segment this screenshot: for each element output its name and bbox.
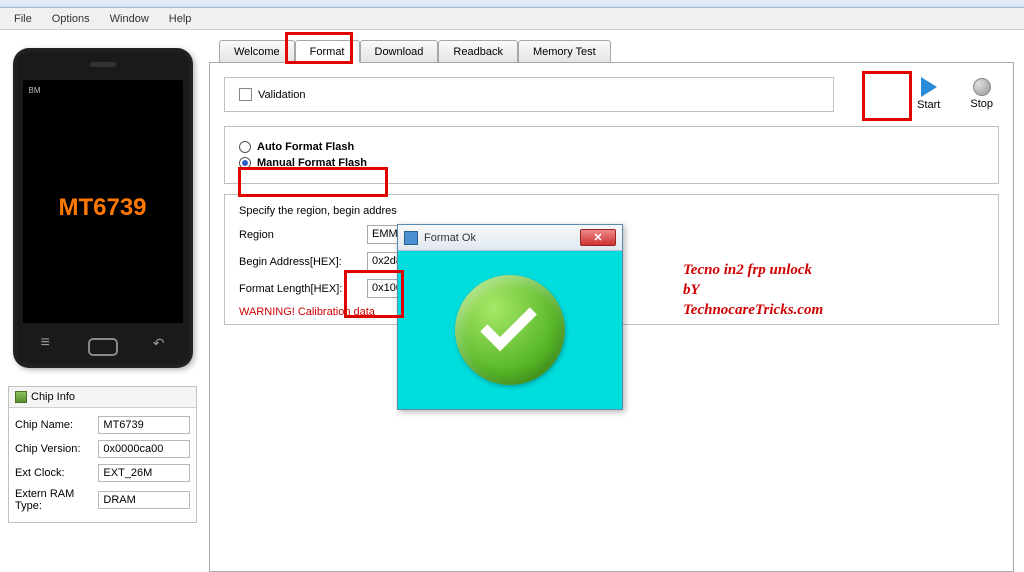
chip-version-label: Chip Version: bbox=[15, 443, 98, 455]
phone-back-icon: ↶ bbox=[153, 335, 165, 352]
manual-format-label: Manual Format Flash bbox=[257, 157, 367, 169]
play-icon bbox=[921, 77, 937, 97]
phone-menu-icon: ≡ bbox=[41, 334, 50, 352]
start-button[interactable]: Start bbox=[917, 77, 940, 111]
stop-button[interactable]: Stop bbox=[970, 78, 993, 110]
menu-help[interactable]: Help bbox=[159, 10, 202, 28]
menu-window[interactable]: Window bbox=[100, 10, 159, 28]
menu-options[interactable]: Options bbox=[42, 10, 100, 28]
stop-icon bbox=[973, 78, 991, 96]
success-check-icon bbox=[455, 275, 565, 385]
validation-checkbox[interactable] bbox=[239, 88, 252, 101]
tab-welcome[interactable]: Welcome bbox=[219, 40, 295, 62]
validation-label: Validation bbox=[258, 89, 306, 101]
manual-format-radio[interactable] bbox=[239, 157, 251, 169]
window-titlebar bbox=[0, 0, 1024, 8]
ext-clock-label: Ext Clock: bbox=[15, 467, 98, 479]
tab-readback[interactable]: Readback bbox=[438, 40, 518, 62]
extern-ram-label: Extern RAM Type: bbox=[15, 488, 98, 512]
dialog-close-button[interactable]: ✕ bbox=[580, 229, 616, 246]
menu-file[interactable]: File bbox=[4, 10, 42, 28]
menubar: File Options Window Help bbox=[0, 8, 1024, 30]
start-label: Start bbox=[917, 99, 940, 111]
extern-ram-value: DRAM bbox=[98, 491, 190, 509]
phone-home-icon bbox=[88, 338, 118, 356]
dialog-window-icon bbox=[404, 231, 418, 245]
chip-icon bbox=[15, 391, 27, 403]
auto-format-radio[interactable] bbox=[239, 141, 251, 153]
stop-label: Stop bbox=[970, 98, 993, 110]
annotation-line1: Tecno in2 frp unlock bbox=[683, 260, 812, 281]
chip-name-label: Chip Name: bbox=[15, 419, 98, 431]
format-options-box: Auto Format Flash Manual Format Flash bbox=[224, 126, 999, 184]
annotation-line2: bY bbox=[683, 280, 700, 301]
begin-address-label: Begin Address[HEX]: bbox=[239, 256, 367, 268]
chip-info-panel: Chip Info Chip Name: MT6739 Chip Version… bbox=[8, 386, 197, 523]
tabs: Welcome Format Download Readback Memory … bbox=[219, 36, 1014, 62]
chip-name-value: MT6739 bbox=[98, 416, 190, 434]
tab-memory-test[interactable]: Memory Test bbox=[518, 40, 611, 62]
dialog-title: Format Ok bbox=[424, 232, 574, 244]
phone-preview: BM MT6739 ≡ ↶ bbox=[13, 48, 193, 368]
annotation-line3: TechnocareTricks.com bbox=[683, 300, 823, 321]
format-ok-dialog: Format Ok ✕ bbox=[397, 224, 623, 410]
specify-region-text: Specify the region, begin addres bbox=[239, 205, 397, 217]
phone-bm-label: BM bbox=[29, 86, 41, 95]
chip-version-value: 0x0000ca00 bbox=[98, 440, 190, 458]
ext-clock-value: EXT_26M bbox=[98, 464, 190, 482]
tab-download[interactable]: Download bbox=[360, 40, 439, 62]
left-panel: BM MT6739 ≡ ↶ Chip Info Chip Name: MT673… bbox=[0, 30, 205, 553]
format-length-label: Format Length[HEX]: bbox=[239, 283, 367, 295]
chip-info-title: Chip Info bbox=[31, 391, 75, 403]
phone-chip-label: MT6739 bbox=[58, 194, 146, 222]
auto-format-label: Auto Format Flash bbox=[257, 141, 354, 153]
tab-format[interactable]: Format bbox=[295, 40, 360, 63]
validation-box: Validation bbox=[224, 77, 834, 112]
region-label: Region bbox=[239, 229, 367, 241]
